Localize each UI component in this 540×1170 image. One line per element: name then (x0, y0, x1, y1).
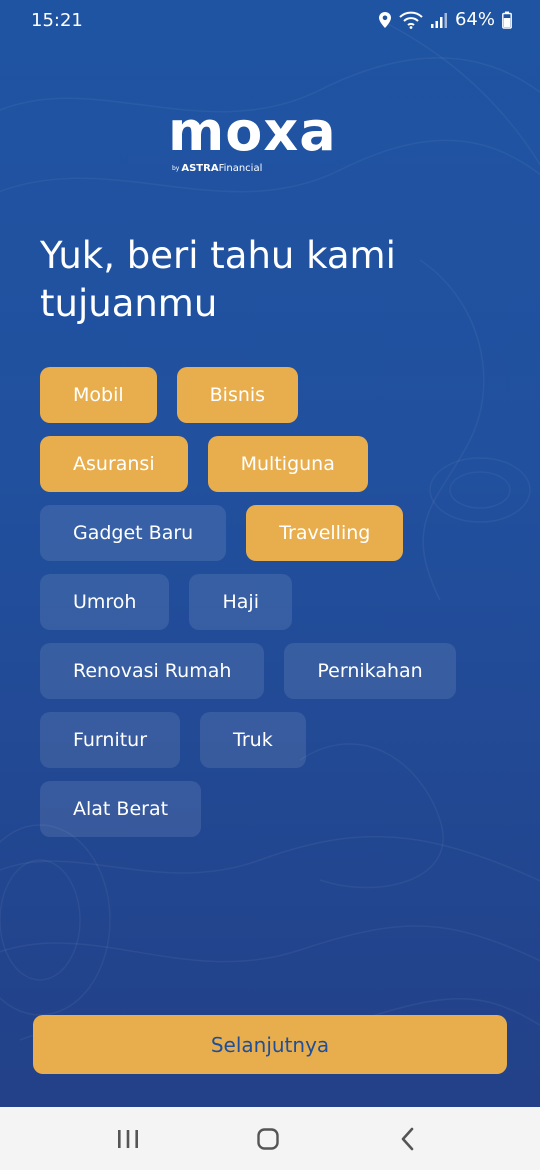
goal-selection-screen: 15:21 64% moxa by ASTRAFinancial Yuk, be… (0, 0, 540, 1170)
moxa-logo: moxa by ASTRAFinancial (168, 105, 374, 175)
home-icon[interactable] (253, 1125, 283, 1153)
system-nav-bar (0, 1107, 540, 1170)
chip-mobil[interactable]: Mobil (40, 367, 157, 423)
chip-pernikahan[interactable]: Pernikahan (284, 643, 456, 699)
chip-multiguna[interactable]: Multiguna (207, 436, 368, 492)
title-line-1: Yuk, beri tahu kami (40, 234, 396, 277)
battery-percent: 64% (454, 9, 495, 30)
chip-row: Renovasi Rumah Pernikahan (40, 643, 456, 699)
chip-row: Asuransi Multiguna (40, 436, 368, 492)
chip-row: Alat Berat (40, 781, 202, 837)
logo-brand-light: Financial (218, 163, 263, 174)
chip-row: Furnitur Truk (40, 712, 306, 768)
back-icon[interactable] (393, 1125, 423, 1153)
chip-alat-berat[interactable]: Alat Berat (40, 781, 202, 837)
battery-icon (502, 11, 512, 29)
status-icons: 64% (378, 9, 512, 30)
chip-umroh[interactable]: Umroh (40, 574, 170, 630)
logo-byline: by ASTRAFinancial (172, 163, 262, 175)
chip-travelling[interactable]: Travelling (246, 505, 404, 561)
chip-bisnis[interactable]: Bisnis (176, 367, 299, 423)
status-bar: 15:21 64% (0, 0, 540, 42)
recent-apps-icon[interactable] (113, 1125, 143, 1153)
logo-wordmark: moxa (168, 100, 337, 163)
chip-renovasi-rumah[interactable]: Renovasi Rumah (40, 643, 265, 699)
chip-furnitur[interactable]: Furnitur (40, 712, 181, 768)
logo-by: by (172, 165, 180, 172)
page-title: Yuk, beri tahu kami tujuanmu (40, 232, 500, 328)
chip-row: Mobil Bisnis (40, 367, 299, 423)
wifi-icon (399, 11, 423, 29)
title-line-2: tujuanmu (40, 282, 218, 325)
chip-gadget-baru[interactable]: Gadget Baru (40, 505, 227, 561)
logo-brand-bold: ASTRA (181, 163, 219, 174)
status-time: 15:21 (31, 10, 83, 31)
location-icon (378, 11, 391, 28)
chip-row: Umroh Haji (40, 574, 292, 630)
next-button[interactable]: Selanjutnya (33, 1015, 507, 1074)
chip-asuransi[interactable]: Asuransi (40, 436, 188, 492)
signal-icon (430, 12, 447, 28)
chip-haji[interactable]: Haji (189, 574, 292, 630)
chip-row: Gadget Baru Travelling (40, 505, 404, 561)
chip-truk[interactable]: Truk (200, 712, 306, 768)
